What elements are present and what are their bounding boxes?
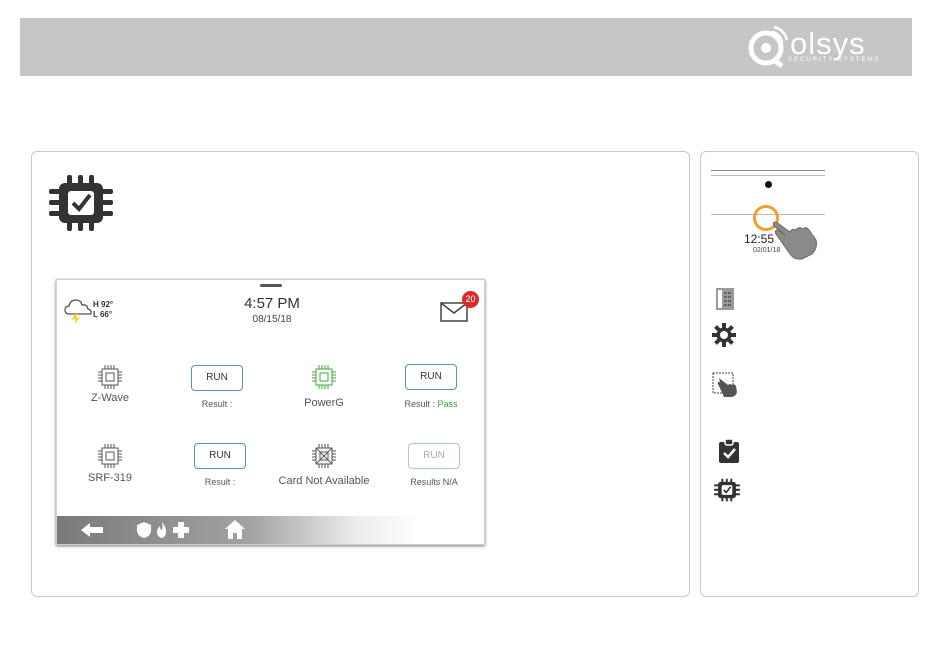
status-bar-line-2 xyxy=(711,175,825,176)
powerg-chip-icon xyxy=(312,365,336,389)
test-name-zwave: Z-Wave xyxy=(90,392,130,404)
storm-cloud-icon xyxy=(64,299,92,325)
panel-screen: H 92° L 66° 4:57 PM 08/15/18 20 Z-Wave R… xyxy=(56,279,485,545)
run-srf319-button[interactable]: RUN xyxy=(194,443,246,469)
qolsys-logo: olsys SECURITY SYSTEMS xyxy=(746,26,894,68)
fire-icon[interactable] xyxy=(156,522,168,538)
side-clock-time: 12:55 xyxy=(744,232,775,246)
pointing-hand-icon xyxy=(772,221,817,260)
srf319-chip-icon xyxy=(98,444,122,468)
run-powerg-button[interactable]: RUN xyxy=(405,364,457,390)
test-name-srf319: SRF-319 xyxy=(87,472,133,484)
shield-icon[interactable] xyxy=(137,522,151,538)
chip-check-icon xyxy=(714,478,740,502)
touch-grid-icon xyxy=(712,372,737,397)
chip-check-icon xyxy=(49,175,113,231)
test-name-powerg: PowerG xyxy=(304,397,344,409)
weather-high: H 92° xyxy=(93,300,114,309)
weather-low: L 66° xyxy=(93,310,113,319)
camera-dot xyxy=(765,181,772,188)
clipboard-check-icon xyxy=(719,438,739,463)
result-card: Results N/A xyxy=(410,477,458,487)
result-powerg: Result : Pass xyxy=(404,399,458,409)
logo-mark-icon xyxy=(748,26,789,68)
medical-cross-icon[interactable] xyxy=(173,522,189,538)
card-unavailable-chip-icon xyxy=(312,444,336,468)
pull-down-handle[interactable] xyxy=(260,284,282,287)
message-count-badge: 20 xyxy=(462,291,479,308)
screen-taskbar xyxy=(57,516,484,544)
header-bar: olsys SECURITY SYSTEMS xyxy=(20,18,912,76)
logo-tagline: SECURITY SYSTEMS xyxy=(788,57,881,63)
back-arrow-icon[interactable] xyxy=(81,523,103,537)
run-zwave-button[interactable]: RUN xyxy=(191,365,243,391)
gear-icon xyxy=(712,323,736,347)
home-icon[interactable] xyxy=(225,520,245,539)
screen-time: 4:57 PM xyxy=(244,295,300,312)
result-zwave: Result : xyxy=(201,399,233,409)
run-card-button: RUN xyxy=(408,443,460,469)
screen-date: 08/15/18 xyxy=(252,314,292,325)
status-bar-line xyxy=(711,170,825,171)
zwave-chip-icon xyxy=(98,365,122,389)
panel-settings-icon xyxy=(716,288,734,310)
result-srf319: Result : xyxy=(204,477,236,487)
test-name-card: Card Not Available xyxy=(278,475,370,487)
